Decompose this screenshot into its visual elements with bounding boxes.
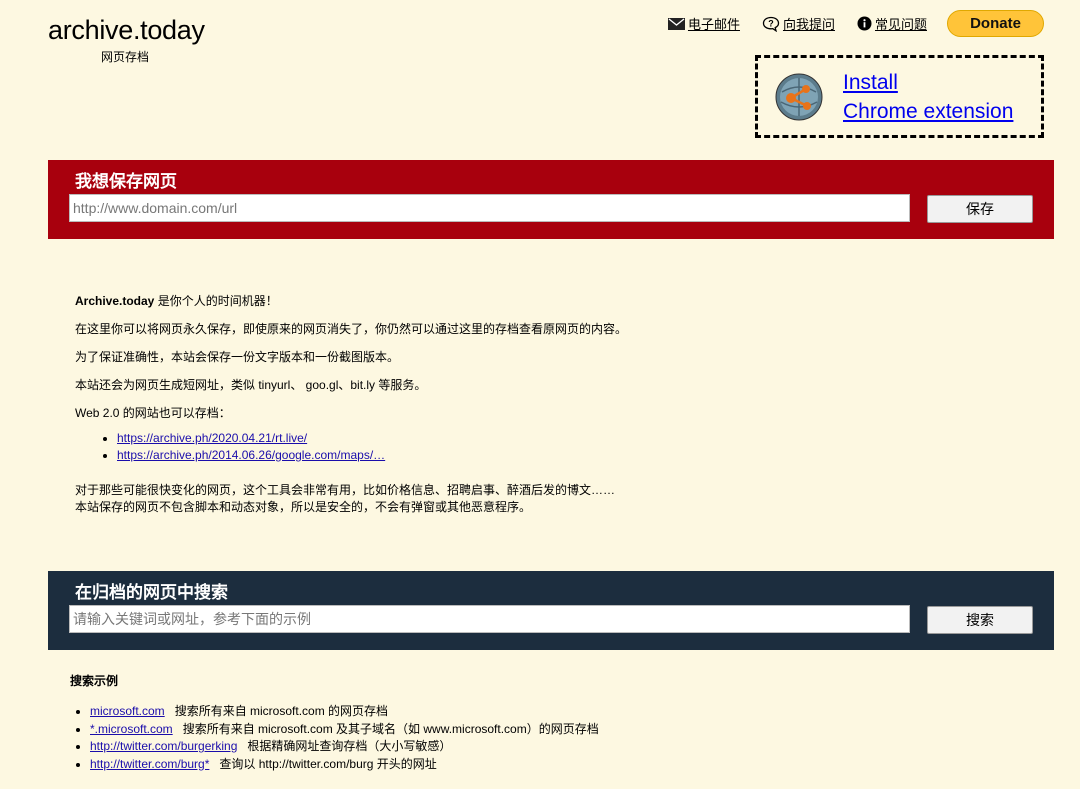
list-item: http://twitter.com/burg* 查询以 http://twitt… bbox=[90, 756, 599, 774]
example-search-link-1[interactable]: microsoft.com bbox=[90, 704, 165, 718]
save-page-panel: 我想保存网页 保存 bbox=[48, 160, 1054, 239]
example-archive-list: https://archive.ph/2020.04.21/rt.live/ h… bbox=[75, 430, 627, 464]
search-panel-title: 在归档的网页中搜索 bbox=[75, 583, 228, 602]
example-search-desc-4: 查询以 http://twitter.com/burg 开头的网址 bbox=[219, 756, 437, 771]
example-search-desc-2: 搜索所有来自 microsoft.com 及其子域名（如 www.microso… bbox=[182, 721, 599, 736]
search-archive-panel: 在归档的网页中搜索 搜索 bbox=[48, 571, 1054, 650]
example-search-desc-3: 根据精确网址查询存档（大小写敏感） bbox=[247, 739, 452, 753]
save-url-input[interactable] bbox=[69, 194, 910, 222]
list-item: *.microsoft.com 搜索所有来自 microsoft.com 及其子域… bbox=[90, 721, 599, 739]
about-line-7: 本站保存的网页不包含脚本和动态对象，所以是安全的，不会有弹窗或其他恶意程序。 bbox=[75, 500, 532, 514]
archive-extension-icon[interactable] bbox=[774, 72, 824, 122]
about-line-5: Web 2.0 的网站也可以存档： bbox=[75, 406, 231, 420]
search-examples-list: microsoft.com搜索所有来自 microsoft.com 的网页存档 … bbox=[70, 703, 599, 773]
top-nav: 电子邮件 ? 向我提问 常见问题 Donate bbox=[646, 10, 1044, 37]
list-item: https://archive.ph/2014.06.26/google.com… bbox=[117, 447, 627, 464]
about-tail: 对于那些可能很快变化的网页，这个工具会非常有用，比如价格信息、招聘启事、醉酒后发… bbox=[75, 482, 627, 516]
donate-button[interactable]: Donate bbox=[947, 10, 1044, 37]
example-archive-link-2[interactable]: https://archive.ph/2014.06.26/google.com… bbox=[117, 448, 385, 462]
about-line-4: 本站还会为网页生成短网址，类似 tinyurl、 goo.gl、bit.ly 等… bbox=[75, 378, 427, 392]
save-panel-title: 我想保存网页 bbox=[75, 172, 177, 191]
site-subtitle: 网页存档 bbox=[101, 50, 150, 64]
save-button[interactable]: 保存 bbox=[927, 195, 1033, 223]
question-bubble-icon: ? bbox=[762, 16, 780, 32]
search-button[interactable]: 搜索 bbox=[927, 606, 1033, 634]
about-line-6: 对于那些可能很快变化的网页，这个工具会非常有用，比如价格信息、招聘启事、醉酒后发… bbox=[75, 483, 616, 497]
install-link[interactable]: Install bbox=[843, 68, 1013, 97]
list-item: http://twitter.com/burgerking 根据精确网址查询存档（… bbox=[90, 738, 599, 756]
search-input[interactable] bbox=[69, 605, 910, 633]
faq-link[interactable]: 常见问题 bbox=[857, 14, 927, 33]
search-examples: 搜索示例 microsoft.com 搜索所有来自 microsoft.com 的… bbox=[70, 672, 599, 773]
search-examples-title: 搜索示例 bbox=[70, 674, 119, 688]
about-line-1: Archive.today 是你个人的时间机器！ bbox=[75, 287, 627, 315]
example-search-desc-1: 搜索所有来自 microsoft.com 的网页存档 bbox=[174, 704, 389, 718]
info-icon bbox=[857, 16, 872, 31]
email-label: 电子邮件 bbox=[687, 17, 740, 32]
extension-promo: Install Chrome extension bbox=[755, 55, 1044, 138]
faq-label: 常见问题 bbox=[874, 17, 927, 32]
list-item: microsoft.com 搜索所有来自 microsoft.com 的网页存档 bbox=[90, 703, 599, 721]
about-section: Archive.today 是你个人的时间机器！ 在这里你可以将网页永久保存，即… bbox=[75, 287, 627, 516]
list-item: https://archive.ph/2020.04.21/rt.live/ bbox=[117, 430, 627, 447]
site-title[interactable]: archive.today bbox=[48, 14, 205, 46]
example-search-link-3[interactable]: http://twitter.com/burgerking bbox=[90, 739, 237, 753]
about-line-2: 在这里你可以将网页永久保存，即使原来的网页消失了，你仍然可以通过这里的存档查看原… bbox=[75, 322, 628, 336]
chrome-extension-link[interactable]: Chrome extension bbox=[843, 97, 1013, 126]
ask-link[interactable]: ? 向我提问 bbox=[762, 14, 835, 33]
about-line-1-text: 是你个人的时间机器！ bbox=[154, 294, 278, 308]
site-logo[interactable]: archive.today 网页存档 bbox=[48, 14, 205, 65]
example-archive-link-1[interactable]: https://archive.ph/2020.04.21/rt.live/ bbox=[117, 431, 307, 445]
example-search-link-4[interactable]: http://twitter.com/burg* bbox=[90, 757, 209, 771]
brand-name: Archive.today bbox=[75, 294, 155, 308]
extension-links: Install Chrome extension bbox=[843, 68, 1013, 126]
svg-text:?: ? bbox=[768, 18, 774, 28]
envelope-icon bbox=[667, 17, 685, 30]
ask-label: 向我提问 bbox=[782, 17, 835, 32]
example-search-link-2[interactable]: *.microsoft.com bbox=[90, 722, 173, 736]
about-line-3: 为了保证准确性，本站会保存一份文字版本和一份截图版本。 bbox=[75, 350, 400, 364]
email-link[interactable]: 电子邮件 bbox=[667, 14, 740, 33]
